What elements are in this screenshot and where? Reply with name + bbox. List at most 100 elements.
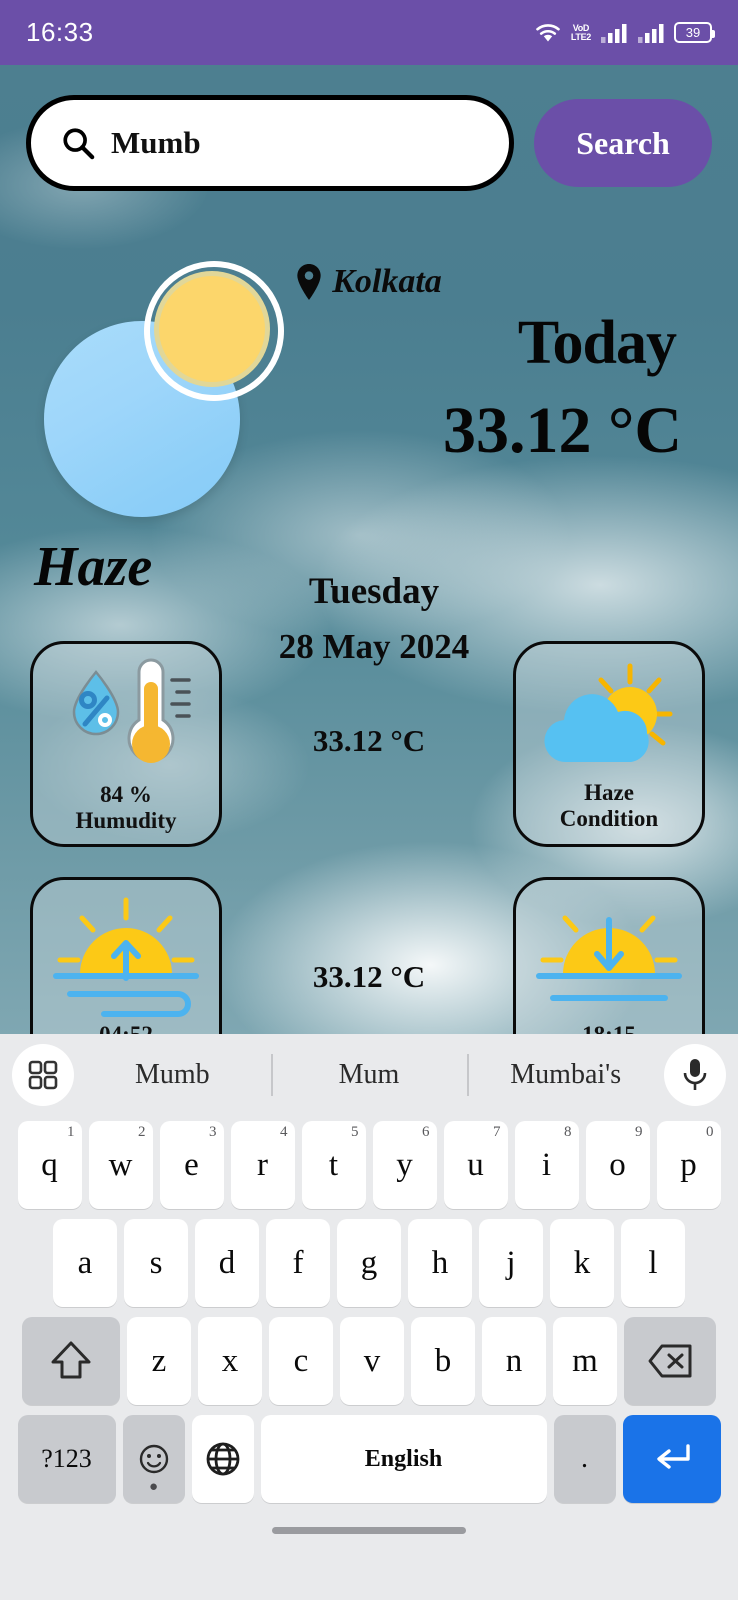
sunset-icon	[536, 915, 682, 1001]
key-t-label: t	[328, 1146, 339, 1183]
key-r-number: 4	[280, 1124, 288, 1140]
key-l[interactable]: l	[621, 1219, 685, 1307]
key-o[interactable]: 9o	[585, 1121, 650, 1209]
suggestion-item[interactable]: Mumb	[74, 1059, 271, 1091]
period-key[interactable]: .	[553, 1415, 616, 1503]
backspace-key[interactable]	[624, 1317, 716, 1405]
key-c[interactable]: c	[269, 1317, 333, 1405]
globe-language-icon	[206, 1442, 239, 1476]
space-key[interactable]: English	[260, 1415, 547, 1503]
day-name: Tuesday	[308, 571, 440, 612]
key-i-number: 8	[564, 1124, 572, 1140]
condition-card-value: Haze	[584, 780, 634, 805]
emoji-key-dot: ●	[148, 1479, 159, 1495]
key-z[interactable]: z	[127, 1317, 191, 1405]
sunrise-icon	[53, 897, 199, 1017]
key-j[interactable]: j	[479, 1219, 543, 1307]
key-w-number: 2	[138, 1124, 146, 1140]
weather-app-body: Mumb Search Kolkata Today 33.12 °C Haze …	[0, 65, 738, 1035]
location-name: Kolkata	[332, 263, 442, 300]
key-n[interactable]: n	[482, 1317, 546, 1405]
language-key[interactable]	[191, 1415, 254, 1503]
suggestion-item[interactable]: Mumbai's	[467, 1059, 664, 1091]
key-w-label: w	[108, 1146, 133, 1183]
key-r[interactable]: 4r	[230, 1121, 295, 1209]
apps-grid-icon	[28, 1060, 58, 1090]
location-pin-icon	[297, 264, 321, 300]
key-q-number: 1	[67, 1124, 75, 1140]
key-i[interactable]: 8i	[514, 1121, 579, 1209]
search-input[interactable]: Mumb	[26, 95, 514, 191]
sunset-card[interactable]: 18:15 Sunset	[513, 877, 705, 1035]
keyboard-row-4: ?123 ● English .	[0, 1410, 738, 1508]
key-o-label: o	[609, 1146, 626, 1183]
wifi-icon	[536, 23, 560, 41]
battery-icon: 39	[674, 22, 715, 43]
current-temperature: 33.12 °C	[442, 394, 682, 467]
status-bar: 16:33 VoD LTE2 39	[0, 0, 738, 65]
key-s[interactable]: s	[124, 1219, 188, 1307]
sun-behind-cloud-icon	[544, 663, 673, 763]
microphone-icon	[683, 1059, 707, 1090]
key-o-number: 9	[635, 1124, 643, 1140]
signal-icon-2	[638, 23, 664, 43]
key-u[interactable]: 7u	[443, 1121, 508, 1209]
key-q-label: q	[41, 1146, 58, 1183]
shift-up-arrow-icon	[51, 1341, 91, 1379]
key-p-label: p	[680, 1146, 697, 1183]
emoji-key[interactable]: ●	[122, 1415, 185, 1503]
key-q[interactable]: 1q	[17, 1121, 82, 1209]
center-temperature-2: 33.12 °C	[312, 959, 426, 994]
key-b[interactable]: b	[411, 1317, 475, 1405]
key-y-number: 6	[422, 1124, 430, 1140]
navigation-bar	[0, 1508, 738, 1552]
home-indicator-pill[interactable]	[272, 1526, 466, 1534]
keyboard-apps-button[interactable]	[12, 1044, 74, 1106]
backspace-delete-icon	[648, 1344, 692, 1378]
key-p[interactable]: 0p	[656, 1121, 721, 1209]
search-row: Mumb Search	[0, 95, 738, 191]
center-temperature-1: 33.12 °C	[312, 723, 426, 758]
symbols-key[interactable]: ?123	[17, 1415, 116, 1503]
shift-key[interactable]	[22, 1317, 120, 1405]
key-w[interactable]: 2w	[88, 1121, 153, 1209]
location-row: Kolkata	[0, 263, 738, 301]
voice-input-button[interactable]	[664, 1044, 726, 1106]
keyboard-row-1: 1q 2w 3e 4r 5t 6y 7u 8i 9o 0p	[0, 1116, 738, 1214]
key-t-number: 5	[351, 1124, 359, 1140]
key-e-number: 3	[209, 1124, 217, 1140]
key-f[interactable]: f	[266, 1219, 330, 1307]
key-a[interactable]: a	[53, 1219, 117, 1307]
sunrise-card[interactable]: 04:52 Sunrise	[30, 877, 222, 1035]
key-e[interactable]: 3e	[159, 1121, 224, 1209]
enter-key[interactable]	[622, 1415, 721, 1503]
volte-icon: VoD LTE2	[571, 23, 591, 42]
suggestion-item[interactable]: Mum	[271, 1059, 468, 1091]
emoji-smiley-icon	[139, 1444, 168, 1474]
key-v[interactable]: v	[340, 1317, 404, 1405]
detail-cards-grid: 84 % Humudity Haze Condition 33.12 °C 04…	[0, 641, 738, 1035]
search-input-value: Mumb	[111, 125, 201, 160]
status-bar-clock: 16:33	[26, 17, 94, 47]
detail-card-row-2: 04:52 Sunrise	[0, 877, 738, 1035]
enter-return-arrow-icon	[656, 1444, 690, 1469]
key-x[interactable]: x	[198, 1317, 262, 1405]
key-e-label: e	[184, 1146, 199, 1183]
key-t[interactable]: 5t	[301, 1121, 366, 1209]
humidity-label: Humudity	[75, 808, 177, 833]
key-i-label: i	[541, 1146, 552, 1183]
key-k[interactable]: k	[550, 1219, 614, 1307]
key-d[interactable]: d	[195, 1219, 259, 1307]
humidity-value: 84 %	[100, 782, 152, 807]
key-m[interactable]: m	[553, 1317, 617, 1405]
humidity-thermometer-icon	[72, 658, 191, 763]
search-icon	[63, 128, 95, 160]
key-p-number: 0	[706, 1124, 714, 1140]
phone-screen: 16:33 VoD LTE2 39 Mumb Search Kolkata To…	[0, 0, 738, 1600]
key-y[interactable]: 6y	[372, 1121, 437, 1209]
battery-level-text: 39	[685, 25, 701, 40]
key-h[interactable]: h	[408, 1219, 472, 1307]
key-r-label: r	[257, 1146, 268, 1183]
key-g[interactable]: g	[337, 1219, 401, 1307]
search-button[interactable]: Search	[534, 99, 712, 187]
